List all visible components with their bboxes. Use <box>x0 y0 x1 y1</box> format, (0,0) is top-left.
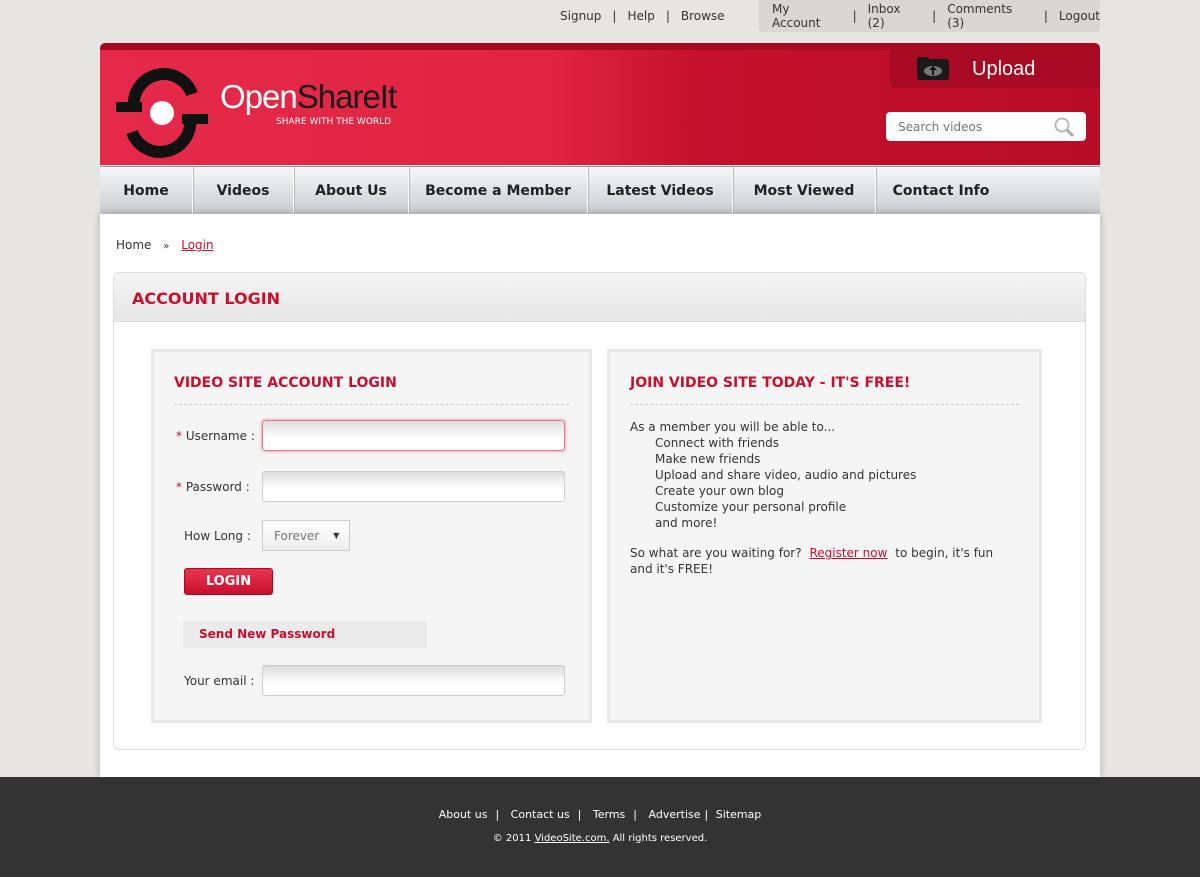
search-input[interactable] <box>898 119 1053 134</box>
footer-advertise-link[interactable]: Advertise <box>649 808 701 821</box>
logo-icon[interactable] <box>114 68 210 158</box>
browse-link[interactable]: Browse <box>681 9 725 23</box>
footer-sitemap-link[interactable]: Sitemap <box>716 808 762 821</box>
help-link[interactable]: Help <box>627 9 654 23</box>
footer-terms-link[interactable]: Terms <box>593 808 625 821</box>
comments-link[interactable]: Comments (3) <box>947 2 1033 30</box>
upload-button[interactable]: Upload <box>890 50 1100 88</box>
list-item: Customize your personal profile <box>655 500 847 514</box>
header: OpenShareIt SHARE WITH THE WORLD Upload <box>100 43 1100 165</box>
list-item: Create your own blog <box>655 484 784 498</box>
nav-most-viewed[interactable]: Most Viewed <box>733 167 876 215</box>
footer-about-link[interactable]: About us <box>439 808 488 821</box>
top-links: Signup | Help | Browse <box>560 9 725 23</box>
list-item: Connect with friends <box>655 436 780 450</box>
how-long-select[interactable]: Forever ▼ <box>262 520 350 551</box>
panel-title: ACCOUNT LOGIN <box>114 273 1085 322</box>
tagline: SHARE WITH THE WORLD <box>276 117 392 127</box>
password-label: Password : <box>185 479 250 494</box>
logo-text: OpenShareIt <box>220 78 397 115</box>
copyright: © 2011 VideoSite.com. All rights reserve… <box>492 833 708 844</box>
join-cta: So what are you waiting for? Register no… <box>630 546 994 576</box>
inbox-link[interactable]: Inbox (2) <box>868 2 922 30</box>
breadcrumb-login[interactable]: Login <box>181 238 213 252</box>
search-box <box>886 112 1086 141</box>
main-nav: Home Videos About Us Become a Member Lat… <box>100 166 1100 215</box>
cloud-upload-folder-icon <box>917 57 949 80</box>
search-icon[interactable] <box>1053 116 1075 138</box>
how-long-label: How Long : <box>184 528 251 543</box>
email-input[interactable] <box>262 665 565 696</box>
list-item: Upload and share video, audio and pictur… <box>655 468 917 482</box>
nav-home[interactable]: Home <box>100 167 193 215</box>
register-now-link[interactable]: Register now <box>809 546 887 560</box>
dropdown-arrow-icon: ▼ <box>333 531 340 540</box>
join-intro: As a member you will be able to... <box>630 420 836 434</box>
login-button[interactable]: LOGIN <box>184 568 273 595</box>
my-account-link[interactable]: My Account <box>772 2 842 30</box>
nav-become-member[interactable]: Become a Member <box>409 167 588 215</box>
username-input[interactable] <box>262 420 565 451</box>
footer-contact-link[interactable]: Contact us <box>511 808 570 821</box>
join-title: JOIN VIDEO SITE TODAY - IT'S FREE! <box>630 352 1019 405</box>
breadcrumb: Home » Login <box>116 238 214 252</box>
password-input[interactable] <box>262 471 565 502</box>
content: Home » Login ACCOUNT LOGIN VIDEO SITE AC… <box>100 214 1100 777</box>
send-new-password[interactable]: Send New Password <box>183 621 427 648</box>
list-item: Make new friends <box>655 452 761 466</box>
videosite-link[interactable]: VideoSite.com. <box>535 833 610 844</box>
nav-videos[interactable]: Videos <box>193 167 294 215</box>
logout-link[interactable]: Logout <box>1059 9 1100 23</box>
username-label: Username : <box>185 428 255 443</box>
account-login-panel: ACCOUNT LOGIN VIDEO SITE ACCOUNT LOGIN *… <box>113 272 1086 750</box>
login-box: VIDEO SITE ACCOUNT LOGIN * Username : * … <box>151 349 592 723</box>
footer: About us | Contact us | Terms | Advertise | … <box>0 777 1200 877</box>
join-box: JOIN VIDEO SITE TODAY - IT'S FREE! As a … <box>607 349 1042 723</box>
list-item: and more! <box>655 516 718 530</box>
benefits-list: Connect with friends Make new friends Up… <box>630 435 1019 531</box>
nav-about-us[interactable]: About Us <box>294 167 409 215</box>
nav-contact-info[interactable]: Contact Info <box>876 167 1006 215</box>
signup-link[interactable]: Signup <box>560 9 601 23</box>
email-label: Your email : <box>184 673 255 688</box>
breadcrumb-home[interactable]: Home <box>116 238 151 252</box>
account-links: My Account | Inbox (2) | Comments (3) | Log… <box>759 0 1100 32</box>
nav-latest-videos[interactable]: Latest Videos <box>588 167 733 215</box>
login-title: VIDEO SITE ACCOUNT LOGIN <box>174 352 569 405</box>
